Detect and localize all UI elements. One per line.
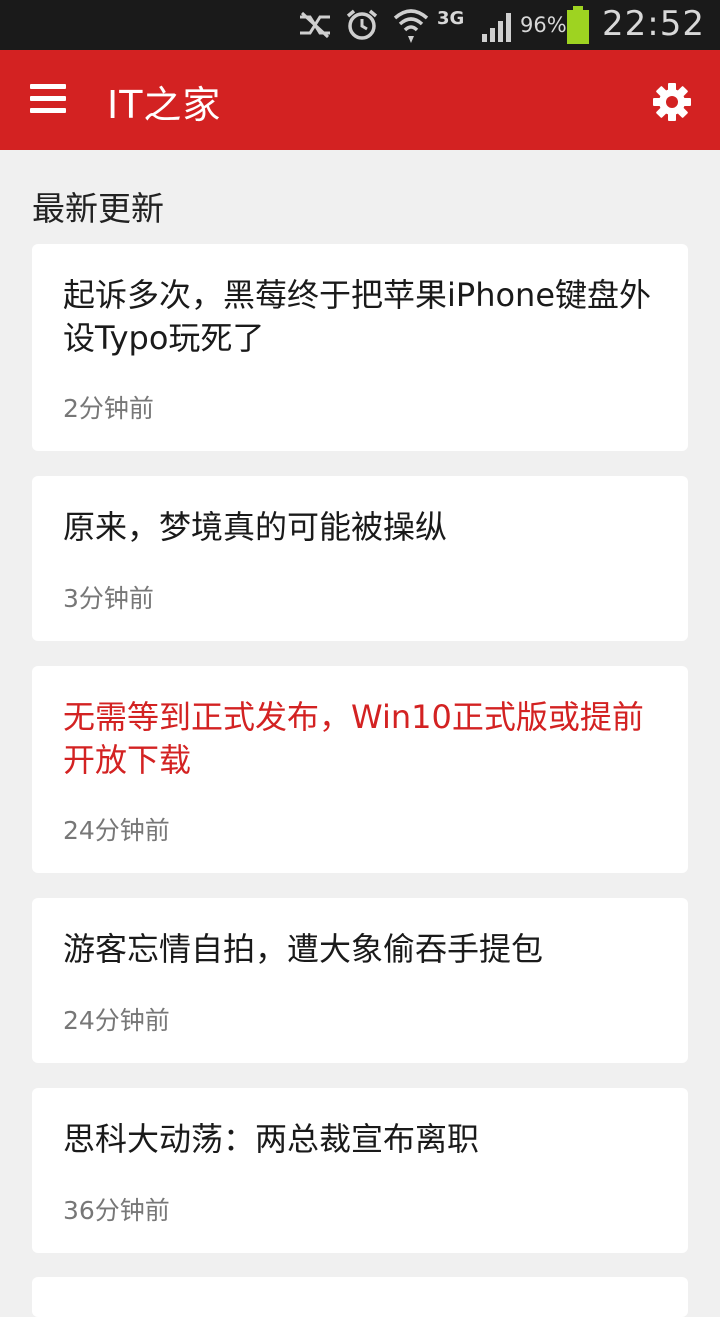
- status-bar: 3G 96% 22:52: [0, 0, 720, 50]
- article-time: 2分钟前: [63, 394, 154, 423]
- article-time: 24分钟前: [63, 816, 170, 845]
- signal-off-icon: [300, 11, 330, 39]
- article-card[interactable]: 游客忘情自拍，遭大象偷吞手提包 24分钟前: [32, 898, 688, 1063]
- article-time: 36分钟前: [63, 1196, 170, 1225]
- network-type: 3G: [437, 8, 465, 29]
- clock: 22:52: [602, 4, 705, 44]
- article-card[interactable]: 起诉多次，黑莓终于把苹果iPhone键盘外设Typo玩死了 2分钟前: [32, 244, 688, 451]
- article-title: 思科大动荡：两总裁宣布离职: [63, 1120, 480, 1158]
- article-card[interactable]: [32, 1277, 688, 1317]
- article-title: 无需等到正式发布，Win10正式版或提前开放下载: [63, 698, 644, 779]
- article-title: 游客忘情自拍，遭大象偷吞手提包: [63, 930, 544, 968]
- cell-signal-icon: [482, 13, 511, 42]
- gear-icon[interactable]: [652, 82, 692, 122]
- app-title: IT之家: [107, 83, 222, 127]
- article-title: 起诉多次，黑莓终于把苹果iPhone键盘外设Typo玩死了: [63, 276, 652, 357]
- section-title: 最新更新: [32, 189, 164, 228]
- alarm-icon: [346, 9, 378, 40]
- article-time: 3分钟前: [63, 584, 154, 613]
- app-bar: IT之家: [0, 50, 720, 150]
- battery-percent: 96%: [520, 13, 567, 37]
- article-card[interactable]: 原来，梦境真的可能被操纵 3分钟前: [32, 476, 688, 641]
- menu-icon[interactable]: [30, 84, 66, 114]
- article-card[interactable]: 无需等到正式发布，Win10正式版或提前开放下载 24分钟前: [32, 666, 688, 873]
- battery-icon: [567, 6, 589, 44]
- article-time: 24分钟前: [63, 1006, 170, 1035]
- article-title: 原来，梦境真的可能被操纵: [63, 508, 448, 546]
- wifi-icon: [393, 9, 429, 43]
- article-card[interactable]: 思科大动荡：两总裁宣布离职 36分钟前: [32, 1088, 688, 1253]
